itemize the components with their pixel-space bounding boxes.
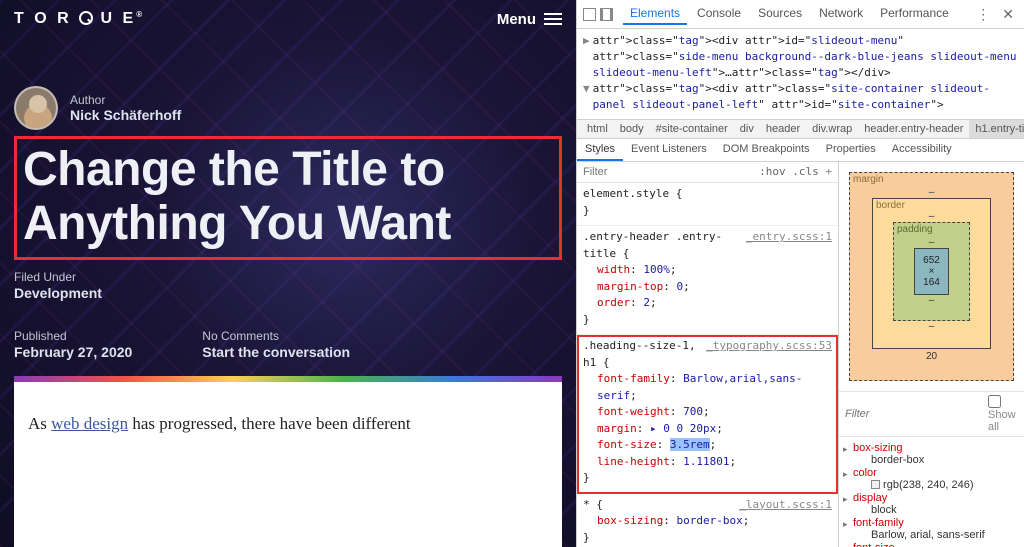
computed-row[interactable]: displayblock xyxy=(839,491,1024,516)
comments-label: No Comments xyxy=(202,329,350,343)
dom-tree[interactable]: ▶attr">class="tag"><div attr">id="slideo… xyxy=(577,29,1024,120)
filed-value[interactable]: Development xyxy=(14,285,562,301)
crumb[interactable]: html xyxy=(581,120,614,138)
devtools-tab-elements[interactable]: Elements xyxy=(623,3,687,25)
published-label: Published xyxy=(14,329,132,343)
crumb[interactable]: div xyxy=(734,120,760,138)
styles-tab[interactable]: Properties xyxy=(818,139,884,161)
inspect-icon[interactable] xyxy=(583,8,596,21)
avatar[interactable] xyxy=(14,86,58,130)
breadcrumb[interactable]: htmlbody#site-containerdivheaderdiv.wrap… xyxy=(577,120,1024,139)
styles-subtabs: StylesEvent ListenersDOM BreakpointsProp… xyxy=(577,139,1024,162)
crumb[interactable]: header xyxy=(760,120,806,138)
cls-toggle[interactable]: .cls xyxy=(792,164,819,181)
hamburger-icon xyxy=(544,13,562,25)
hov-toggle[interactable]: :hov xyxy=(759,164,786,181)
devtools-tab-performance[interactable]: Performance xyxy=(873,3,956,25)
comments-link[interactable]: Start the conversation xyxy=(202,344,350,360)
published-value: February 27, 2020 xyxy=(14,344,132,360)
page-title[interactable]: Change the Title to Anything You Want xyxy=(23,143,553,251)
devtools-tab-network[interactable]: Network xyxy=(812,3,870,25)
crumb[interactable]: header.entry-header xyxy=(858,120,969,138)
crumb[interactable]: div.wrap xyxy=(806,120,858,138)
add-rule-icon[interactable]: + xyxy=(825,164,832,181)
more-icon[interactable]: ⋮ xyxy=(972,6,994,23)
devtools-panel: ElementsConsoleSourcesNetworkPerformance… xyxy=(576,0,1024,547)
computed-pane[interactable]: margin– border– padding– 652 × 164 – – 2… xyxy=(839,162,1024,547)
crumb[interactable]: h1.entry-title xyxy=(969,120,1024,138)
styles-filter-input[interactable] xyxy=(583,166,759,178)
box-model[interactable]: margin– border– padding– 652 × 164 – – 2… xyxy=(839,162,1024,391)
devtools-toolbar: ElementsConsoleSourcesNetworkPerformance… xyxy=(577,0,1024,29)
filed-label: Filed Under xyxy=(14,270,562,284)
computed-row[interactable]: box-sizingborder-box xyxy=(839,441,1024,466)
web-design-link[interactable]: web design xyxy=(51,414,128,433)
author-name[interactable]: Nick Schäferhoff xyxy=(70,107,181,123)
computed-row[interactable]: color rgb(238, 240, 246) xyxy=(839,466,1024,491)
article-body: As web design has progressed, there have… xyxy=(14,382,562,547)
crumb[interactable]: #site-container xyxy=(650,120,734,138)
website-preview: T O R U E® Menu Author Nick Schäferhoff … xyxy=(0,0,576,547)
author-label: Author xyxy=(70,93,181,107)
menu-button[interactable]: Menu xyxy=(497,11,562,28)
title-highlight-box: Change the Title to Anything You Want xyxy=(14,136,562,260)
show-all-checkbox[interactable]: Show all xyxy=(988,395,1018,433)
close-icon[interactable]: ✕ xyxy=(998,6,1018,23)
devtools-tab-console[interactable]: Console xyxy=(690,3,748,25)
computed-filter-input[interactable] xyxy=(845,408,988,420)
menu-label: Menu xyxy=(497,11,536,28)
devtools-tab-sources[interactable]: Sources xyxy=(751,3,809,25)
device-icon[interactable] xyxy=(600,8,613,21)
crumb[interactable]: body xyxy=(614,120,650,138)
site-logo[interactable]: T O R U E® xyxy=(14,10,145,28)
styles-tab[interactable]: Styles xyxy=(577,139,623,161)
styles-tab[interactable]: Accessibility xyxy=(884,139,960,161)
computed-row[interactable]: font-familyBarlow, arial, sans-serif xyxy=(839,516,1024,541)
styles-pane[interactable]: :hov .cls + element.style {} _entry.scss… xyxy=(577,162,839,547)
styles-tab[interactable]: Event Listeners xyxy=(623,139,715,161)
styles-tab[interactable]: DOM Breakpoints xyxy=(715,139,818,161)
computed-row[interactable]: font-size73.5px xyxy=(839,541,1024,547)
